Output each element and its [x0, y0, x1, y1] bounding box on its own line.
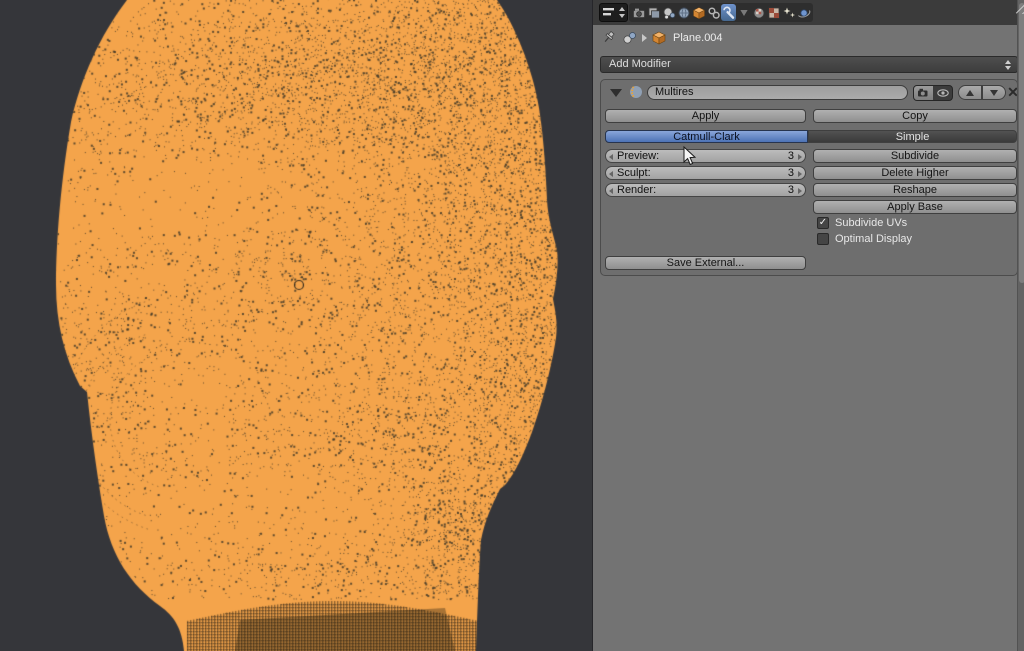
- sculpt-value: 3: [788, 168, 794, 179]
- decrement-icon[interactable]: [609, 188, 613, 194]
- browse-object-icon[interactable]: [622, 30, 638, 46]
- link-icon: [707, 6, 721, 20]
- tab-world[interactable]: [676, 4, 691, 21]
- delete-higher-button[interactable]: Delete Higher: [813, 166, 1017, 180]
- scrollbar-thumb[interactable]: [1019, 3, 1024, 283]
- modifier-name-field[interactable]: Multires: [647, 85, 908, 100]
- visibility-toggle-group: [913, 85, 953, 101]
- tab-render-layers[interactable]: [646, 4, 661, 21]
- scrollbar[interactable]: [1017, 0, 1024, 651]
- apply-button[interactable]: Apply: [605, 109, 806, 123]
- optimal-display-checkbox[interactable]: ✓: [817, 233, 829, 245]
- tab-object[interactable]: [691, 4, 706, 21]
- blender-window: Plane.004 Add Modifier Multires: [0, 0, 1024, 651]
- preview-label: Preview:: [617, 151, 659, 162]
- mesh-object-icon: [651, 30, 667, 46]
- subdivide-uvs-label: Subdivide UVs: [835, 217, 907, 229]
- editor-type-button[interactable]: [599, 3, 628, 22]
- sculpt-slider[interactable]: Sculpt: 3: [605, 166, 806, 180]
- render-value: 3: [788, 185, 794, 196]
- arrow-down-icon: [990, 90, 998, 96]
- save-external-button[interactable]: Save External...: [605, 256, 806, 270]
- move-down-button[interactable]: [982, 85, 1006, 100]
- breadcrumb: Plane.004: [593, 25, 1024, 51]
- world-icon: [677, 6, 691, 20]
- scene-icon: [662, 6, 676, 20]
- properties-tab-strip: [629, 3, 813, 22]
- panel-expand-toggle[interactable]: [610, 89, 622, 97]
- object-cube-icon: [692, 6, 706, 20]
- 3d-viewport[interactable]: [0, 0, 592, 651]
- tab-constraints[interactable]: [706, 4, 721, 21]
- increment-icon[interactable]: [798, 154, 802, 160]
- increment-icon[interactable]: [798, 171, 802, 177]
- preview-value: 3: [788, 151, 794, 162]
- eye-icon: [936, 87, 950, 99]
- render-label: Render:: [617, 185, 656, 196]
- apply-base-button[interactable]: Apply Base: [813, 200, 1017, 214]
- simple-toggle[interactable]: Simple: [808, 130, 1017, 143]
- copy-button[interactable]: Copy: [813, 109, 1017, 123]
- object-name: Plane.004: [673, 32, 723, 44]
- chevron-right-icon: [642, 34, 647, 42]
- tab-scene[interactable]: [661, 4, 676, 21]
- add-modifier-label: Add Modifier: [609, 58, 671, 70]
- tab-modifiers[interactable]: [721, 4, 736, 21]
- images-icon: [647, 6, 661, 20]
- sculpt-label: Sculpt:: [617, 168, 651, 179]
- properties-header: [593, 0, 1017, 25]
- add-modifier-dropdown[interactable]: Add Modifier: [600, 56, 1018, 73]
- arrow-up-icon: [966, 90, 974, 96]
- tab-texture[interactable]: [766, 4, 781, 21]
- sparkles-icon: [782, 6, 796, 20]
- move-up-button[interactable]: [958, 85, 982, 100]
- triangle-icon: [737, 6, 751, 20]
- mouse-cursor-icon: [683, 146, 697, 166]
- physics-icon: [797, 6, 811, 20]
- wrench-icon: [722, 6, 736, 20]
- subdivide-uvs-checkbox[interactable]: ✓: [817, 217, 829, 229]
- render-camera-icon: [917, 87, 930, 99]
- tab-particles[interactable]: [781, 4, 796, 21]
- camera-icon: [632, 6, 646, 20]
- properties-editor: Plane.004 Add Modifier Multires: [592, 0, 1024, 651]
- viewport-visibility-toggle[interactable]: [933, 86, 952, 100]
- subdivide-button[interactable]: Subdivide: [813, 149, 1017, 163]
- tab-physics[interactable]: [796, 4, 811, 21]
- increment-icon[interactable]: [798, 188, 802, 194]
- decrement-icon[interactable]: [609, 171, 613, 177]
- check-icon: ✓: [819, 217, 827, 228]
- multires-icon: [628, 84, 644, 100]
- material-sphere-icon: [752, 6, 766, 20]
- decrement-icon[interactable]: [609, 154, 613, 160]
- tab-render[interactable]: [631, 4, 646, 21]
- multires-modifier-panel: Multires ✕ Apply Copy Catmull-Clark Simp…: [600, 79, 1018, 276]
- preview-slider[interactable]: Preview: 3: [605, 149, 806, 163]
- checker-icon: [767, 6, 781, 20]
- tab-object-data[interactable]: [736, 4, 751, 21]
- optimal-display-label: Optimal Display: [835, 233, 912, 245]
- reshape-button[interactable]: Reshape: [813, 183, 1017, 197]
- properties-editor-icon: [600, 4, 627, 21]
- pin-icon[interactable]: [602, 30, 617, 46]
- tab-material[interactable]: [751, 4, 766, 21]
- corner-resize-grip[interactable]: [1011, 0, 1024, 14]
- catmull-clark-toggle[interactable]: Catmull-Clark: [605, 130, 808, 143]
- dropdown-arrows-icon: [1004, 59, 1012, 71]
- render-slider[interactable]: Render: 3: [605, 183, 806, 197]
- render-visibility-toggle[interactable]: [914, 86, 933, 100]
